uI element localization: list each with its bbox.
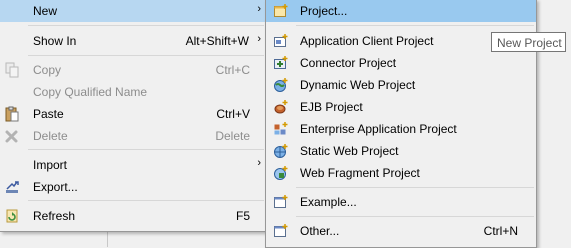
- menu-item-copy[interactable]: Copy Ctrl+C: [0, 59, 266, 81]
- static-web-project-icon: [274, 144, 288, 158]
- menu-item-shortcut: F5: [235, 209, 250, 223]
- menu-item-show-in[interactable]: Show In Alt+Shift+W ›: [0, 30, 266, 52]
- app-client-project-icon: [274, 34, 288, 47]
- submenu-item-enterprise-application-project[interactable]: Enterprise Application Project: [266, 118, 536, 140]
- submenu-item-label: Application Client Project: [300, 34, 434, 48]
- example-icon: [274, 195, 288, 208]
- menu-item-export[interactable]: Export...: [0, 176, 266, 198]
- submenu-item-project[interactable]: Project...: [266, 0, 536, 22]
- menu-separator: [296, 25, 534, 26]
- submenu-item-label: Other...: [300, 224, 340, 238]
- menu-item-paste[interactable]: Paste Ctrl+V: [0, 103, 266, 125]
- submenu-item-web-fragment-project[interactable]: Web Fragment Project: [266, 162, 536, 184]
- web-fragment-project-icon: [274, 166, 288, 180]
- menu-item-shortcut: Ctrl+V: [216, 107, 250, 121]
- submenu-item-label: Project...: [300, 4, 348, 18]
- menu-item-copy-qualified-name[interactable]: Copy Qualified Name: [0, 81, 266, 103]
- menu-item-shortcut: Delete: [215, 129, 250, 143]
- submenu-arrow-icon: ›: [257, 157, 261, 169]
- submenu-item-label: Connector Project: [300, 56, 397, 70]
- menu-item-delete[interactable]: Delete Delete: [0, 125, 266, 147]
- dynamic-web-project-icon: [274, 78, 288, 92]
- menu-separator: [28, 25, 264, 26]
- menu-item-shortcut: Ctrl+C: [215, 63, 250, 77]
- enterprise-app-project-icon: [274, 122, 288, 135]
- menu-item-import[interactable]: Import ›: [0, 154, 266, 176]
- menu-separator: [296, 216, 534, 217]
- project-icon: [274, 4, 288, 17]
- menu-item-label: Paste: [33, 107, 64, 121]
- connector-project-icon: [274, 56, 288, 69]
- submenu-item-dynamic-web-project[interactable]: Dynamic Web Project: [266, 74, 536, 96]
- submenu-item-label: Dynamic Web Project: [300, 78, 416, 92]
- tooltip: New Project: [491, 32, 566, 52]
- submenu-item-label: Web Fragment Project: [300, 166, 420, 180]
- menu-item-label: Show In: [33, 34, 77, 48]
- ejb-project-icon: [274, 100, 288, 114]
- submenu-item-label: Enterprise Application Project: [300, 122, 457, 136]
- submenu-item-shortcut: Ctrl+N: [483, 224, 518, 238]
- menu-item-label: Delete: [33, 129, 68, 143]
- menu-separator: [28, 55, 264, 56]
- submenu-arrow-icon: ›: [257, 33, 261, 45]
- menu-separator: [28, 200, 264, 201]
- refresh-icon: [6, 209, 18, 223]
- copy-icon: [5, 62, 19, 78]
- submenu-arrow-icon: ›: [257, 3, 261, 15]
- other-icon: [274, 224, 288, 237]
- submenu-item-example[interactable]: Example...: [266, 191, 536, 213]
- submenu-item-label: Example...: [300, 195, 357, 209]
- menu-item-label: Refresh: [33, 209, 76, 223]
- menu-separator: [28, 149, 264, 150]
- menu-item-new[interactable]: New ›: [0, 0, 266, 22]
- menu-separator: [296, 187, 534, 188]
- submenu-item-ejb-project[interactable]: EJB Project: [266, 96, 536, 118]
- menu-item-label: Copy Qualified Name: [33, 85, 148, 99]
- submenu-item-other[interactable]: Other... Ctrl+N: [266, 220, 536, 242]
- submenu-item-label: Static Web Project: [300, 144, 399, 158]
- paste-icon: [5, 106, 19, 122]
- delete-icon: [5, 130, 18, 143]
- submenu-item-connector-project[interactable]: Connector Project: [266, 52, 536, 74]
- submenu-item-static-web-project[interactable]: Static Web Project: [266, 140, 536, 162]
- export-icon: [6, 181, 19, 193]
- menu-item-label: Export...: [33, 180, 78, 194]
- menu-item-label: Import: [33, 158, 68, 172]
- submenu-item-label: EJB Project: [300, 100, 363, 114]
- menu-item-shortcut: Alt+Shift+W: [185, 34, 249, 48]
- context-menu: New › Show In Alt+Shift+W › Copy Ctrl+C …: [0, 0, 267, 232]
- menu-item-label: New: [33, 4, 58, 18]
- menu-item-refresh[interactable]: Refresh F5: [0, 205, 266, 227]
- menu-item-label: Copy: [33, 63, 62, 77]
